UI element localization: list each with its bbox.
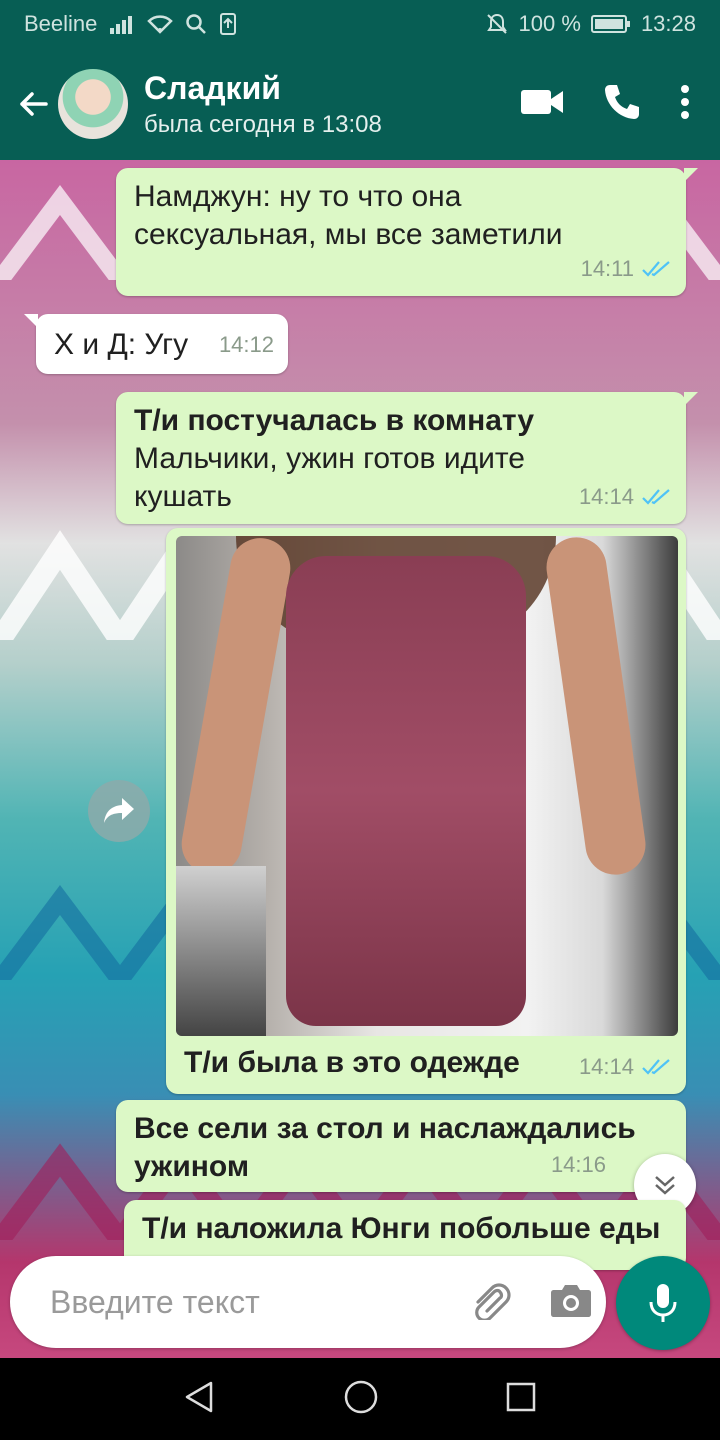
more-options-button[interactable] [680,84,690,125]
upload-icon [219,12,237,36]
message-text-line: Все сели за стол и наслаждались [134,1112,636,1145]
attach-button[interactable] [470,1280,514,1325]
contact-info[interactable]: Сладкий была сегодня в 13:08 [144,70,382,139]
paperclip-icon [475,1282,511,1322]
last-seen-status: была сегодня в 13:08 [144,110,382,138]
message-bubble-outgoing[interactable]: Все сели за стол и наслаждались ужином 1… [116,1100,686,1192]
square-recents-icon [506,1382,536,1411]
image-message-bubble[interactable]: Т/и была в это одежде 14:14 [166,528,686,1094]
video-camera-icon [521,89,563,114]
microphone-icon [649,1284,677,1322]
message-text-line: Т/и наложила Юнги побольше еды [142,1212,661,1245]
message-time: 14:16 [550,1152,606,1177]
carrier-label: Beeline [24,11,98,36]
battery-icon [590,14,631,34]
avatar[interactable] [58,69,128,139]
message-time: 14:14 [578,1054,634,1079]
nav-back-button[interactable] [183,1380,217,1419]
message-bubble-outgoing[interactable]: Т/и постучалась в комнату Мальчики, ужин… [116,392,698,524]
message-time: 14:12 [218,332,274,357]
battery-percent: 100 % [518,11,581,36]
arrow-left-icon [20,92,48,116]
triangle-back-icon [185,1381,213,1412]
message-time: 14:11 [580,256,634,281]
chat-header: Сладкий была сегодня в 13:08 [0,48,720,160]
chat-area[interactable]: Намджун: ну то что она сексуальная, мы в… [0,160,720,1358]
message-photo[interactable] [176,536,678,1036]
voice-message-button[interactable] [616,1256,710,1350]
double-check-icon [642,489,670,505]
message-bubble-outgoing[interactable]: Намджун: ну то что она сексуальная, мы в… [116,168,698,296]
forward-button[interactable] [88,780,150,842]
double-chevron-down-icon [655,1176,675,1195]
wifi-icon [147,14,174,34]
message-text-line: сексуальная, мы все заметили [134,218,563,251]
system-navigation-bar [0,1358,720,1440]
status-bar: Beeline 100 % 13:28 [0,0,720,48]
nav-home-button[interactable] [343,1379,379,1420]
circle-home-icon [344,1380,378,1413]
video-call-button[interactable] [520,87,564,122]
signal-icon [109,14,135,34]
camera-icon [551,1284,591,1317]
message-bubble-incoming[interactable]: Х и Д: Угу 14:12 [24,314,288,374]
back-button[interactable] [6,48,62,160]
mute-bell-icon [485,12,509,36]
share-arrow-icon [104,798,134,823]
camera-button[interactable] [550,1282,592,1323]
message-text-line: Х и Д: Угу [54,328,189,361]
message-text-line: Намджун: ну то что она [134,180,462,213]
search-icon [185,13,207,35]
message-text-line: Т/и постучалась в комнату [134,404,535,437]
image-caption: Т/и была в это одежде [184,1046,520,1079]
double-check-icon [642,261,670,277]
message-input[interactable] [50,1283,470,1321]
message-composer [10,1256,606,1348]
clock: 13:28 [640,11,696,36]
contact-name: Сладкий [144,69,281,106]
nav-recents-button[interactable] [505,1381,537,1418]
double-check-icon [642,1059,670,1075]
dots-vertical-icon [681,84,689,119]
message-time: 14:14 [578,484,634,509]
phone-icon [605,84,639,119]
message-text-line: Мальчики, ужин готов идите [134,442,525,475]
voice-call-button[interactable] [602,82,642,127]
